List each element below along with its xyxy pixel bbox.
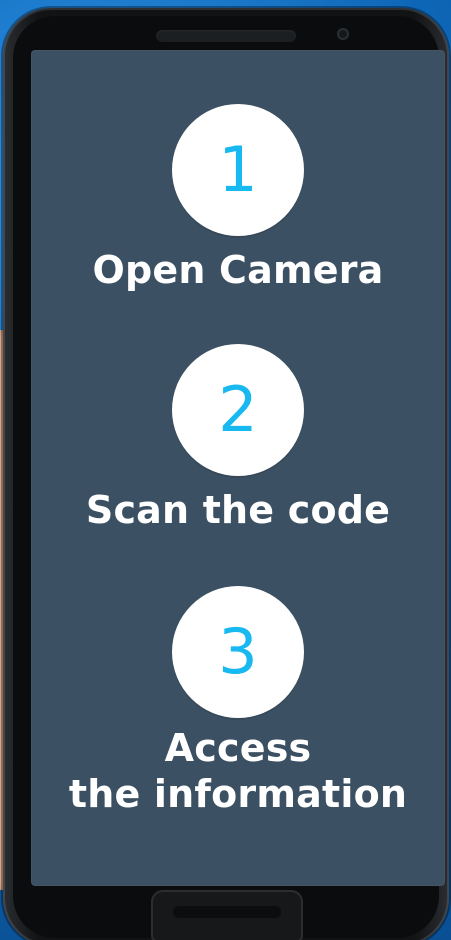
- phone-screen: 1 Open Camera 2 Scan the code 3 Access t…: [31, 50, 445, 886]
- step-3-label-line-1: Access: [164, 726, 312, 770]
- step-3-label: Access the information: [31, 726, 445, 817]
- bottom-bezel-button: [151, 890, 303, 940]
- step-2-badge: 2: [172, 344, 304, 476]
- step-2-label: Scan the code: [85, 488, 391, 532]
- step-3-badge: 3: [172, 586, 304, 718]
- step-1-badge: 1: [172, 104, 304, 236]
- phone-frame: 1 Open Camera 2 Scan the code 3 Access t…: [3, 8, 449, 940]
- step-2: 2 Scan the code: [31, 344, 445, 533]
- front-camera-icon: [337, 28, 349, 40]
- step-1-number: 1: [218, 133, 258, 206]
- speaker-grille: [156, 30, 296, 42]
- scene: 1 Open Camera 2 Scan the code 3 Access t…: [0, 0, 451, 940]
- step-1: 1 Open Camera: [31, 104, 445, 293]
- step-3-label-line-2: the information: [68, 771, 408, 816]
- step-3: 3 Access the information: [31, 586, 445, 817]
- step-1-label: Open Camera: [92, 248, 384, 292]
- step-2-number: 2: [218, 373, 258, 446]
- step-3-number: 3: [218, 615, 258, 688]
